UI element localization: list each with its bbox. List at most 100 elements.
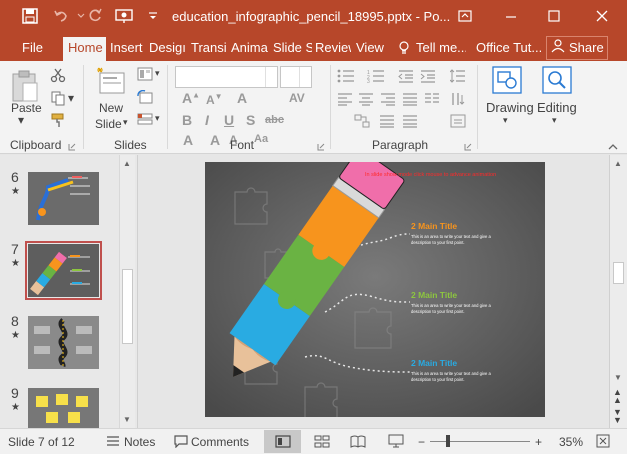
new-slide-label-2[interactable]: Slide [95, 117, 122, 131]
paste-label[interactable]: Paste [11, 101, 42, 115]
zoom-level[interactable]: 35% [559, 435, 583, 449]
cut-icon[interactable] [50, 67, 66, 86]
decrease-font-icon[interactable]: A▼ [206, 92, 223, 107]
increase-indent-icon[interactable] [420, 69, 436, 86]
thumbnail-scrollbar[interactable]: ▲ ▼ [119, 155, 135, 428]
tab-design[interactable]: Desigı [147, 37, 187, 61]
close-icon[interactable] [588, 4, 616, 28]
notes-button[interactable]: Notes [124, 435, 155, 449]
tab-slide-show[interactable]: Slide S [271, 37, 312, 61]
bold-icon[interactable]: B [182, 112, 192, 128]
highlight-icon[interactable]: A [210, 132, 220, 148]
editing-label[interactable]: Editing [537, 100, 577, 115]
align-center-icon[interactable] [358, 92, 374, 109]
tab-insert[interactable]: Insert [108, 37, 146, 61]
scroll-thumb[interactable] [613, 262, 624, 284]
strikethrough-shadow-icon[interactable]: S [246, 112, 255, 128]
convert-smartart-icon[interactable] [354, 114, 370, 131]
scroll-up-icon[interactable]: ▲ [123, 159, 131, 168]
chevron-down-icon[interactable] [265, 67, 277, 87]
save-icon[interactable] [19, 6, 41, 26]
chevron-down-icon[interactable] [299, 67, 311, 87]
notes-icon[interactable] [106, 434, 120, 451]
font-color-icon[interactable]: A [183, 132, 193, 148]
text-direction-icon[interactable] [450, 92, 466, 109]
normal-view-button[interactable] [264, 430, 301, 453]
justify-icon[interactable] [402, 92, 418, 109]
comments-button[interactable]: Comments [191, 435, 249, 449]
align-left-icon[interactable] [337, 92, 353, 109]
underline-icon[interactable]: U [224, 112, 234, 128]
new-slide-label[interactable]: New [99, 101, 123, 115]
slide-thumbnail-7[interactable] [25, 241, 102, 300]
tab-view[interactable]: View [354, 37, 386, 61]
tab-home[interactable]: Home [63, 37, 106, 61]
slideshow-icon[interactable] [388, 434, 404, 451]
undo-icon[interactable] [50, 6, 72, 26]
bullets-icon[interactable] [337, 69, 355, 86]
customize-qat-icon[interactable] [142, 6, 164, 26]
paragraph-launcher-icon[interactable] [464, 140, 472, 154]
current-slide[interactable]: In slide show mode click mouse to advanc… [205, 162, 545, 417]
scroll-up-icon[interactable]: ▲ [614, 159, 622, 168]
font-size-combobox[interactable] [280, 66, 312, 88]
section-dropdown-icon[interactable]: ▾ [155, 113, 160, 124]
columns-icon[interactable] [424, 92, 440, 109]
tab-animations[interactable]: Anima [229, 37, 269, 61]
align-right-icon[interactable] [380, 92, 396, 109]
increase-font-icon[interactable]: A▲ [182, 90, 200, 106]
drawing-dropdown-icon[interactable]: ▾ [503, 115, 508, 126]
new-slide-icon[interactable] [96, 67, 126, 98]
italic-icon[interactable]: I [205, 112, 209, 128]
smartart-icon[interactable] [402, 114, 418, 131]
font-launcher-icon[interactable] [317, 140, 325, 154]
zoom-in-button[interactable]: + [535, 435, 542, 449]
zoom-slider[interactable] [430, 441, 530, 442]
zoom-slider-thumb[interactable] [446, 435, 450, 447]
paragraph-spacing-icon[interactable] [379, 114, 395, 131]
slide-thumbnail-6[interactable] [28, 172, 99, 225]
layout-icon[interactable] [137, 67, 153, 84]
account-name[interactable]: Office Tut... [474, 37, 541, 61]
clipboard-launcher-icon[interactable] [68, 140, 76, 154]
shapes-icon[interactable] [492, 66, 522, 97]
change-case-icon[interactable]: Aa [254, 133, 268, 145]
numbering-icon[interactable]: 123 [367, 69, 385, 86]
new-slide-dropdown-icon[interactable]: ▾ [123, 117, 128, 128]
lightbulb-icon[interactable] [396, 37, 410, 61]
scroll-thumb[interactable] [122, 269, 133, 344]
drawing-label[interactable]: Drawing [486, 100, 534, 115]
tell-me-box[interactable]: Tell me... [414, 37, 466, 61]
font-name-combobox[interactable] [175, 66, 278, 88]
comments-icon[interactable] [174, 434, 188, 451]
copy-dropdown-icon[interactable]: ▾ [68, 91, 74, 105]
slide-thumbnail-9[interactable] [28, 388, 99, 428]
decrease-indent-icon[interactable] [398, 69, 414, 86]
clear-formatting-icon[interactable]: A [237, 90, 247, 106]
find-icon[interactable] [542, 66, 572, 97]
previous-slide-icon[interactable]: ▲ ▲ [613, 388, 622, 405]
redo-icon[interactable] [84, 6, 106, 26]
line-spacing-icon[interactable] [449, 69, 466, 86]
paste-dropdown-icon[interactable]: ▾ [18, 113, 24, 127]
present-from-start-icon[interactable] [113, 6, 135, 26]
tab-transitions[interactable]: Transi [189, 37, 227, 61]
slide-thumbnail-8[interactable] [28, 316, 99, 369]
tab-file[interactable]: File [20, 37, 46, 61]
strikethrough-icon[interactable]: abc [265, 114, 284, 126]
minimize-icon[interactable] [497, 4, 525, 28]
ribbon-display-icon[interactable] [451, 4, 479, 28]
scroll-down-icon[interactable]: ▼ [614, 373, 622, 382]
slide-sorter-icon[interactable] [314, 435, 330, 451]
character-spacing-icon[interactable]: AV [289, 91, 305, 105]
fit-to-window-icon[interactable] [596, 434, 610, 451]
restore-icon[interactable] [540, 4, 568, 28]
layout-dropdown-icon[interactable]: ▾ [155, 68, 160, 79]
editing-dropdown-icon[interactable]: ▾ [552, 115, 557, 126]
collapse-ribbon-icon[interactable] [608, 140, 618, 154]
zoom-out-button[interactable]: − [418, 435, 425, 449]
align-text-icon[interactable] [450, 114, 466, 131]
share-button[interactable]: Share [546, 36, 608, 60]
format-painter-icon[interactable] [50, 112, 66, 131]
copy-icon[interactable] [50, 90, 66, 109]
